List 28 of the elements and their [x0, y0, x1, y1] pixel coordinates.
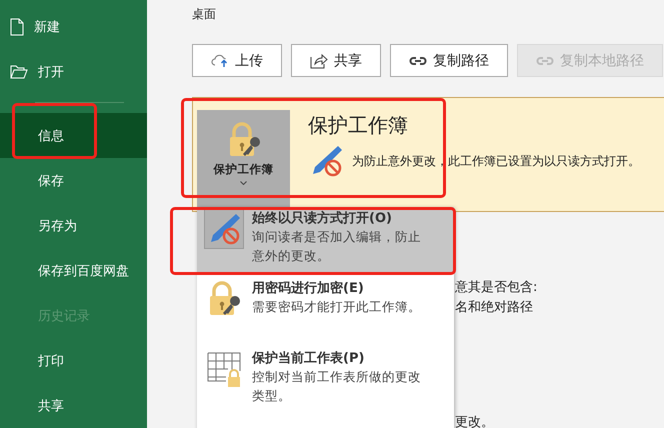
link-icon [536, 56, 554, 66]
sidebar-item[interactable]: 打开 [0, 49, 147, 94]
sidebar-item[interactable]: 另存为 [0, 203, 147, 248]
folder-icon [10, 64, 28, 78]
menu-item[interactable]: 始终以只读方式打开(O) 询问读者是否加入编辑，防止意外的更改。 [197, 207, 454, 274]
share-button[interactable]: 共享 [291, 44, 381, 77]
sidebar-item[interactable]: 打印 [0, 338, 147, 383]
link-icon [409, 56, 427, 66]
panel-title: 保护工作簿 [308, 112, 409, 139]
link-button[interactable]: 复制路径 [390, 44, 508, 77]
sheet-lock-icon [206, 351, 242, 387]
sidebar-item[interactable]: 共享 [0, 383, 147, 428]
document-icon [10, 18, 24, 36]
sidebar-item[interactable]: 保存到百度网盘 [0, 248, 147, 293]
menu-item[interactable]: 用密码进行加密(E) 需要密码才能打开此工作簿。 [197, 277, 454, 344]
share-icon [310, 52, 328, 68]
sidebar-item[interactable]: 保存 [0, 158, 147, 203]
sidebar-item[interactable]: 信息 [0, 113, 147, 158]
info-text: 更改。 [455, 414, 495, 428]
info-text: 名和绝对路径 [455, 299, 534, 317]
chevron-down-icon [240, 181, 247, 185]
panel-description: 为防止意外更改，此工作簿已设置为以只读方式打开。 [352, 152, 640, 170]
cloud-upload-icon [211, 54, 229, 68]
info-text: 意其是否包含: [455, 279, 538, 297]
upload-button[interactable]: 上传 [192, 44, 282, 77]
menu-item[interactable]: 保护当前工作表(P) 控制对当前工作表所做的更改类型。 [197, 347, 454, 414]
location-text: 桌面 [192, 6, 217, 23]
sidebar-item[interactable]: 新建 [0, 4, 147, 49]
